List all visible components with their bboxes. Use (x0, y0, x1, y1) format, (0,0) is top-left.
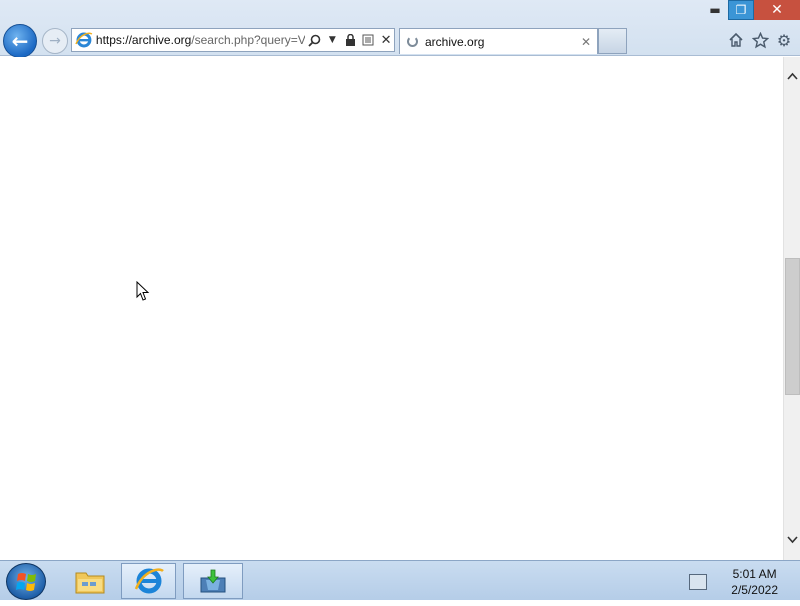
window-controls: ▬ ❐ ✕ (702, 0, 800, 20)
start-button[interactable] (6, 563, 46, 600)
internet-explorer-icon (134, 568, 164, 594)
compatibility-view-icon[interactable] (360, 31, 376, 49)
loading-spinner-icon (407, 36, 418, 47)
browser-toolbar-icons: ⚙ (726, 30, 794, 50)
minimize-button[interactable]: ▬ (702, 0, 728, 20)
scroll-down-arrow-icon[interactable] (784, 531, 800, 548)
tab-title: archive.org (425, 34, 485, 49)
taskbar-installer[interactable] (183, 563, 243, 599)
url-host: archive.org (131, 33, 192, 47)
system-tray: 5:01 AM 2/5/2022 (689, 566, 778, 598)
ie-page-icon (75, 32, 93, 48)
address-bar[interactable]: https://archive.org/search.php?query=V ▼… (71, 28, 395, 52)
stop-icon[interactable]: ✕ (378, 31, 394, 49)
network-icon[interactable] (689, 574, 708, 590)
clock-date: 2/5/2022 (731, 583, 778, 597)
browser-tab[interactable]: archive.org ✕ (399, 28, 598, 54)
lock-icon[interactable] (342, 31, 358, 49)
windows-taskbar: 5:01 AM 2/5/2022 (0, 560, 800, 600)
search-icon[interactable] (307, 31, 323, 49)
page-content[interactable] (0, 57, 783, 560)
taskbar-internet-explorer[interactable] (121, 563, 176, 599)
scroll-up-arrow-icon[interactable] (784, 67, 800, 84)
taskbar-file-explorer[interactable] (62, 563, 118, 599)
url-text[interactable]: https://archive.org/search.php?query=V (96, 33, 305, 47)
dropdown-arrow-icon[interactable]: ▼ (324, 31, 340, 49)
back-button[interactable]: ← (3, 24, 37, 58)
browser-title-bar: ▬ ❐ ✕ ← → https://archive.org/search.php… (0, 0, 800, 58)
vertical-scrollbar[interactable] (783, 57, 800, 560)
installer-icon (200, 569, 226, 593)
forward-arrow-icon: → (49, 33, 61, 49)
url-path: /search.php?query=V (191, 33, 305, 47)
clock[interactable]: 5:01 AM 2/5/2022 (731, 566, 778, 598)
clock-time: 5:01 AM (732, 567, 777, 581)
favorites-star-icon[interactable] (750, 30, 770, 50)
settings-gear-icon[interactable]: ⚙ (774, 30, 794, 50)
folder-icon (75, 572, 105, 594)
forward-button[interactable]: → (42, 28, 68, 54)
scrollbar-thumb[interactable] (785, 258, 800, 395)
windows-logo-icon (16, 573, 36, 591)
close-window-button[interactable]: ✕ (754, 0, 800, 20)
url-scheme: https:// (95, 33, 132, 47)
back-arrow-icon: ← (11, 29, 29, 53)
mouse-cursor-icon (136, 281, 150, 301)
restore-button[interactable]: ❐ (728, 0, 754, 20)
home-icon[interactable] (726, 30, 746, 50)
new-tab-button[interactable] (598, 28, 627, 54)
tab-close-button[interactable]: ✕ (581, 35, 591, 49)
